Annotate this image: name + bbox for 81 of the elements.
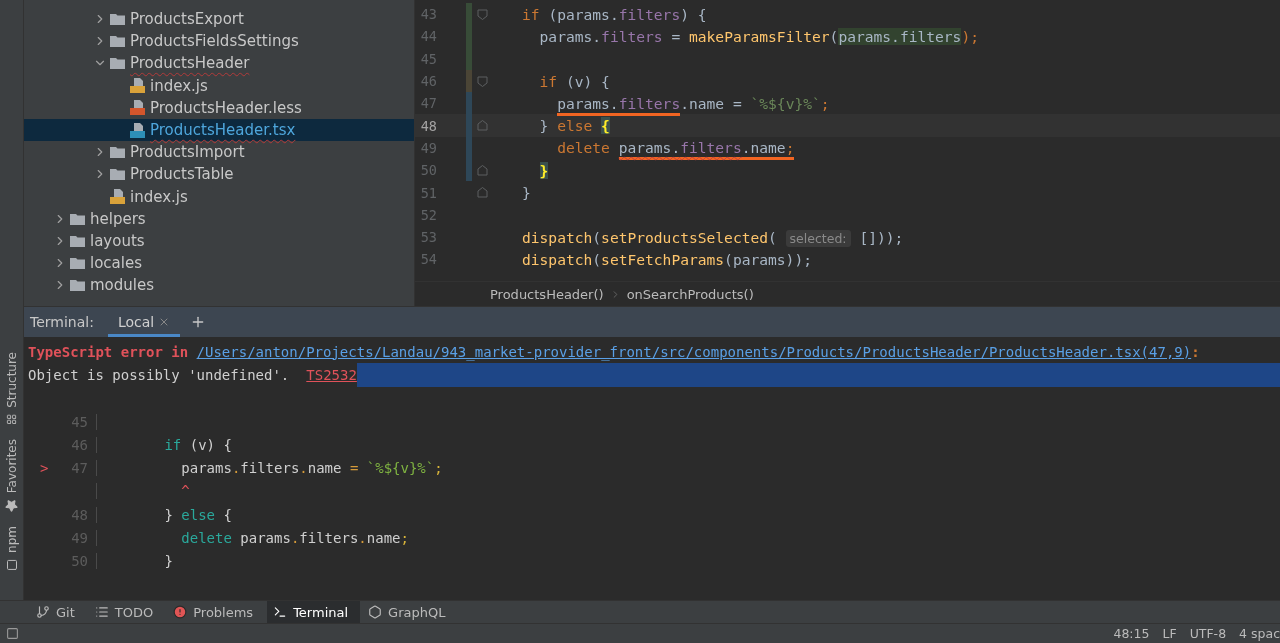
folder-icon — [70, 279, 85, 292]
code-line: dispatch(setFetchParams(params)); — [522, 250, 812, 268]
folder-item[interactable]: helpers — [24, 207, 414, 230]
git-icon — [36, 605, 50, 619]
error-code-link[interactable]: TS2532 — [306, 366, 357, 383]
error-pointer: > — [40, 460, 50, 477]
line-number: 50 — [419, 162, 437, 179]
code-line: ^ — [180, 483, 190, 500]
tool-window-tab[interactable]: GraphQL — [362, 601, 458, 623]
line-number: 43 — [419, 6, 437, 23]
folder-item[interactable]: locales — [24, 252, 414, 275]
code-line: if (v) { — [163, 436, 232, 453]
code-line: delete params.filters.name; — [522, 139, 795, 157]
folder-icon — [70, 234, 85, 247]
file-icon — [130, 100, 145, 116]
folder-icon — [70, 257, 85, 270]
line-number: 44 — [419, 28, 437, 45]
tool-window-button[interactable]: Favorites — [1, 438, 22, 513]
code-line: } else { — [538, 117, 610, 135]
error-message: TypeScript error in /Users/anton/Projects/Landau/943_market-provider_front/src/components/Products/ProductsHeader/ProductsHeader.tsx(47,9): — [28, 343, 1200, 360]
status-item[interactable]: UTF-8 — [1189, 626, 1227, 641]
folder-icon — [110, 168, 125, 181]
line-number: 48 — [419, 117, 437, 134]
terminal-title: Terminal: — [30, 314, 94, 330]
folder-item[interactable]: ProductsImport — [24, 141, 414, 164]
line-number: 49 — [419, 139, 437, 156]
tool-window-tab[interactable]: Problems — [167, 601, 266, 623]
code-line: if (params.filters) { — [522, 5, 707, 23]
file-icon — [130, 78, 145, 94]
code-line: } — [163, 553, 173, 570]
error-icon — [173, 605, 188, 619]
status-item[interactable]: 4 spac — [1239, 626, 1280, 641]
file-item[interactable]: ProductsHeader.tsx — [24, 118, 414, 142]
terminal-icon — [273, 605, 288, 619]
tool-window-tab[interactable]: Git — [30, 601, 87, 623]
list-icon — [94, 605, 109, 619]
tool-window-tab[interactable]: TODO — [88, 601, 166, 623]
error-description: Object is possibly 'undefined'. — [28, 366, 290, 383]
file-icon — [110, 189, 125, 205]
line-number: 51 — [419, 184, 437, 201]
file-path-link[interactable]: /Users/anton/Projects/Landau/943_market-provider_front/src/components/Products/ProductsHeader/ProductsHeader.tsx(47,9) — [196, 343, 1192, 360]
folder-icon — [70, 212, 85, 225]
file-item[interactable]: ProductsHeader.less — [24, 96, 414, 119]
breadcrumb[interactable]: onSearchProducts() — [626, 286, 754, 302]
tool-window-button[interactable]: Structure — [1, 352, 22, 425]
tool-window-button[interactable]: npm — [1, 526, 22, 571]
folder-icon — [110, 57, 125, 70]
code-line: } — [522, 184, 531, 201]
folder-icon — [110, 35, 125, 48]
folder-item[interactable]: ProductsFieldsSettings — [24, 30, 414, 53]
breadcrumb[interactable]: ProductsHeader() — [490, 286, 604, 302]
line-number: 45 — [419, 50, 437, 67]
line-number: 47 — [419, 95, 437, 112]
line-number: 52 — [419, 206, 437, 223]
folder-item[interactable]: ProductsExport — [24, 8, 414, 31]
folder-icon — [110, 13, 125, 26]
npm-icon — [5, 558, 18, 571]
status-item[interactable]: 48:15 — [1113, 626, 1150, 641]
line-number: 53 — [419, 229, 437, 246]
line-number: 46 — [419, 73, 437, 90]
code-line: delete params.filters.name; — [180, 530, 409, 546]
code-line: if (v) { — [538, 72, 610, 90]
code-line: dispatch(setProductsSelected( selected: [])); — [522, 228, 904, 246]
tool-window-tab[interactable]: Terminal — [267, 601, 361, 623]
file-item[interactable]: index.js — [24, 185, 414, 208]
folder-item[interactable]: ProductsHeader — [24, 52, 414, 75]
star-icon — [5, 499, 18, 513]
line-number: 54 — [419, 251, 437, 268]
folder-item[interactable]: layouts — [24, 229, 414, 253]
structure-icon — [6, 413, 17, 425]
folder-item[interactable]: modules — [24, 274, 414, 297]
code-line: params.filters.name = `%${v}%`; — [180, 460, 443, 477]
file-item[interactable]: index.js — [24, 74, 414, 97]
file-icon — [130, 122, 145, 138]
code-line: } else { — [163, 506, 232, 523]
code-line: params.filters = makeParamsFilter(params.filters); — [538, 27, 979, 45]
folder-item[interactable]: ProductsTable — [24, 163, 414, 186]
status-item[interactable]: LF — [1162, 626, 1177, 641]
folder-icon — [110, 146, 125, 159]
graphql-icon — [368, 605, 383, 619]
layout-toggle-icon[interactable] — [6, 627, 19, 640]
